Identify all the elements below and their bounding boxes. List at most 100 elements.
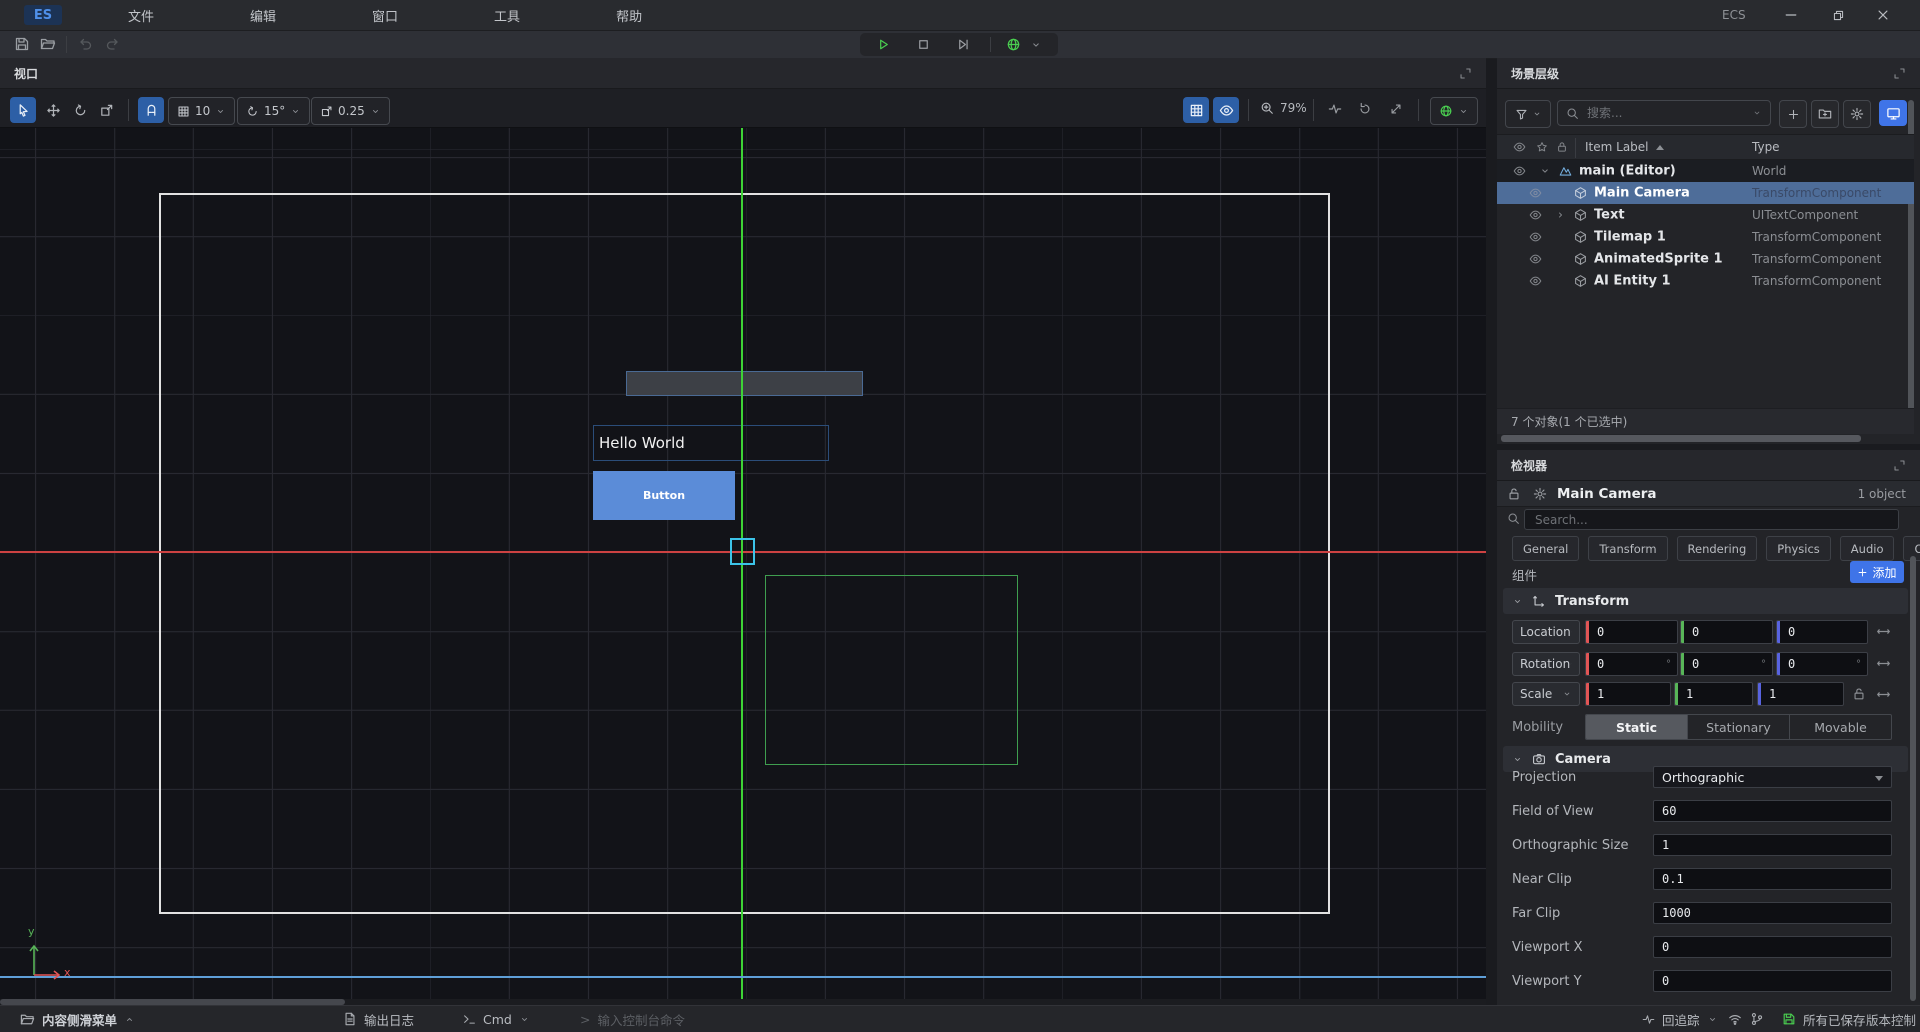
link-axes-icon[interactable]: [1876, 624, 1891, 639]
rotation-x-field[interactable]: 0°: [1585, 652, 1678, 676]
add-component-button[interactable]: 添加: [1850, 561, 1904, 583]
source-branch-icon[interactable]: [1750, 1006, 1764, 1032]
tab-physics[interactable]: Physics: [1766, 536, 1831, 561]
chevron-down-icon[interactable]: [1539, 165, 1551, 177]
entity-bounds-rect[interactable]: [765, 575, 1018, 765]
content-drawer-toggle[interactable]: 内容侧滑菜单: [20, 1006, 135, 1032]
minimize-button[interactable]: [1776, 0, 1806, 30]
stop-button[interactable]: [916, 37, 931, 52]
far-clip-field[interactable]: 1000: [1653, 902, 1892, 924]
near-clip-field[interactable]: 0.1: [1653, 868, 1892, 890]
item-label-column-header[interactable]: Item Label: [1585, 140, 1649, 154]
row-label[interactable]: AnimatedSprite 1: [1594, 252, 1723, 267]
inspector-search[interactable]: [1524, 509, 1899, 530]
ui-button-element[interactable]: Button: [593, 471, 735, 520]
save-icon[interactable]: [14, 36, 30, 52]
scale-z-field[interactable]: 1: [1757, 682, 1844, 706]
link-axes-icon[interactable]: [1876, 687, 1891, 702]
link-axes-icon[interactable]: [1876, 656, 1891, 671]
hierarchy-row-tilemap[interactable]: Tilemap 1 TransformComponent: [1497, 226, 1914, 248]
app-logo[interactable]: ES: [24, 5, 62, 25]
inspector-search-input[interactable]: [1533, 512, 1890, 528]
inspector-vscrollbar-thumb[interactable]: [1910, 556, 1916, 1001]
sort-ascending-icon[interactable]: [1656, 145, 1664, 150]
visibility-eye-icon[interactable]: [1529, 209, 1542, 222]
favorite-column-star-icon[interactable]: [1536, 141, 1548, 153]
menu-window[interactable]: 窗口: [372, 6, 398, 25]
hierarchy-row-ai-entity[interactable]: AI Entity 1 TransformComponent: [1497, 270, 1914, 292]
select-tool-button[interactable]: [10, 97, 36, 123]
location-x-field[interactable]: 0: [1585, 620, 1678, 644]
lock-column-icon[interactable]: [1556, 141, 1568, 153]
redo-icon[interactable]: [104, 36, 120, 52]
rotation-snap-dropdown[interactable]: 15°: [237, 97, 310, 125]
snap-magnet-button[interactable]: [138, 97, 164, 123]
row-label[interactable]: AI Entity 1: [1594, 274, 1671, 289]
hierarchy-row-text[interactable]: Text UITextComponent: [1497, 204, 1914, 226]
ui-panel-bar[interactable]: [626, 371, 863, 396]
scale-snap-dropdown[interactable]: 0.25: [311, 97, 390, 125]
step-forward-button[interactable]: [956, 37, 971, 52]
console-command-input[interactable]: > 输入控制台命令: [580, 1006, 685, 1032]
location-dropdown[interactable]: Location: [1512, 620, 1580, 644]
add-folder-button[interactable]: [1811, 100, 1839, 128]
reset-view-icon[interactable]: [1358, 102, 1372, 116]
traceback-dropdown[interactable]: 回追踪: [1642, 1006, 1718, 1032]
expand-panel-icon[interactable]: [1893, 67, 1906, 80]
tab-transform[interactable]: Transform: [1588, 536, 1667, 561]
open-folder-icon[interactable]: [40, 36, 56, 52]
location-z-field[interactable]: 0: [1776, 620, 1868, 644]
hierarchy-hscrollbar-thumb[interactable]: [1501, 435, 1861, 442]
row-label[interactable]: Main Camera: [1594, 186, 1690, 201]
hierarchy-settings-button[interactable]: [1843, 100, 1871, 128]
visibility-column-eye-icon[interactable]: [1513, 141, 1526, 154]
scale-x-field[interactable]: 1: [1585, 682, 1671, 706]
mobility-movable[interactable]: Movable: [1790, 715, 1891, 739]
lock-open-icon[interactable]: [1507, 487, 1521, 501]
rotation-z-field[interactable]: 0°: [1776, 652, 1868, 676]
viewport-x-field[interactable]: 0: [1653, 936, 1892, 958]
expand-panel-icon[interactable]: [1459, 67, 1472, 80]
maximize-button[interactable]: [1823, 0, 1853, 30]
menu-file[interactable]: 文件: [128, 6, 154, 25]
location-y-field[interactable]: 0: [1680, 620, 1773, 644]
object-settings-gear-icon[interactable]: [1533, 487, 1547, 501]
tab-rendering[interactable]: Rendering: [1677, 536, 1758, 561]
toggle-grid-button[interactable]: [1183, 97, 1209, 123]
network-status-icon[interactable]: [1728, 1006, 1742, 1032]
hierarchy-row-animatedsprite[interactable]: AnimatedSprite 1 TransformComponent: [1497, 248, 1914, 270]
orthographic-size-field[interactable]: 1: [1653, 834, 1892, 856]
scale-y-field[interactable]: 1: [1674, 682, 1753, 706]
visibility-eye-icon[interactable]: [1529, 275, 1542, 288]
scale-tool-button[interactable]: [93, 97, 119, 123]
scene-canvas[interactable]: Hello World Button y x: [0, 128, 1486, 1005]
rotation-dropdown[interactable]: Rotation: [1512, 652, 1580, 676]
launch-chevron-down-icon[interactable]: [1030, 39, 1042, 51]
cmd-dropdown[interactable]: Cmd: [463, 1006, 530, 1032]
play-button[interactable]: [876, 37, 891, 52]
screen-view-button[interactable]: [1879, 100, 1907, 126]
mobility-stationary[interactable]: Stationary: [1687, 715, 1790, 739]
world-view-dropdown[interactable]: [1430, 97, 1478, 125]
close-button[interactable]: [1868, 0, 1898, 30]
hierarchy-row-main-camera[interactable]: Main Camera TransformComponent: [1497, 182, 1914, 204]
hierarchy-row-world[interactable]: main (Editor) World: [1497, 160, 1914, 182]
rotation-y-field[interactable]: 0°: [1680, 652, 1773, 676]
origin-gizmo-square[interactable]: [730, 538, 755, 565]
visibility-eye-icon[interactable]: [1529, 231, 1542, 244]
menu-tools[interactable]: 工具: [494, 6, 520, 25]
field-of-view-field[interactable]: 60: [1653, 800, 1892, 822]
type-column-header[interactable]: Type: [1752, 140, 1780, 154]
undo-icon[interactable]: [78, 36, 94, 52]
toggle-visibility-button[interactable]: [1213, 97, 1239, 123]
rotate-tool-button[interactable]: [67, 97, 93, 123]
tab-general[interactable]: General: [1512, 536, 1579, 561]
chevron-right-icon[interactable]: [1555, 210, 1566, 221]
row-label[interactable]: Text: [1594, 208, 1625, 223]
menu-help[interactable]: 帮助: [616, 6, 642, 25]
move-tool-button[interactable]: [40, 97, 66, 123]
fit-view-icon[interactable]: [1389, 102, 1403, 116]
lock-uniform-scale-icon[interactable]: [1852, 687, 1866, 701]
scale-dropdown[interactable]: Scale: [1512, 682, 1580, 706]
version-control-button[interactable]: 版本控制: [1866, 1006, 1916, 1032]
